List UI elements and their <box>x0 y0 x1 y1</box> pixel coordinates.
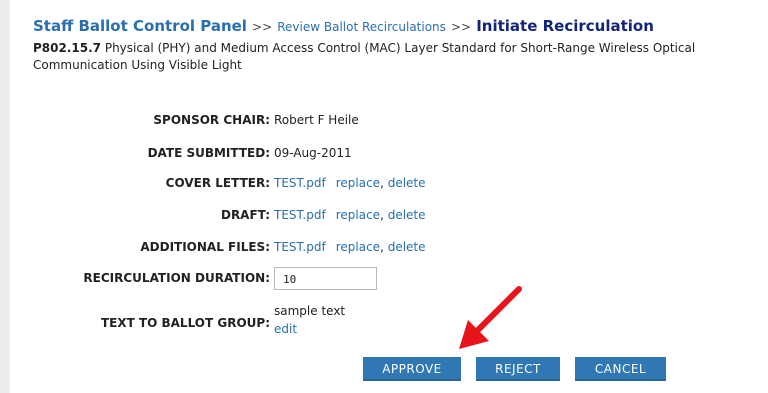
cancel-button[interactable]: CANCEL <box>575 357 666 381</box>
additional-files-delete-link[interactable]: delete <box>388 240 426 254</box>
draft-value: TEST.pdf replace, delete <box>274 208 426 222</box>
draft-delete-link[interactable]: delete <box>388 208 426 222</box>
additional-files-replace-link[interactable]: replace <box>336 240 380 254</box>
cover-letter-replace-link[interactable]: replace <box>336 176 380 190</box>
breadcrumb: Staff Ballot Control Panel >> Review Bal… <box>33 16 654 35</box>
comma-separator: , <box>380 176 384 190</box>
breadcrumb-staff-ballot-control-panel[interactable]: Staff Ballot Control Panel <box>33 17 247 35</box>
approve-button[interactable]: APPROVE <box>363 357 461 381</box>
recirculation-duration-input[interactable]: 10 <box>274 267 377 290</box>
reject-button[interactable]: REJECT <box>476 357 560 381</box>
sponsor-chair-label: SPONSOR CHAIR: <box>153 113 270 127</box>
cover-letter-value: TEST.pdf replace, delete <box>274 176 426 190</box>
breadcrumb-separator: >> <box>252 20 273 34</box>
comma-separator: , <box>380 240 384 254</box>
breadcrumb-review-ballot-recirculations[interactable]: Review Ballot Recirculations <box>277 20 446 34</box>
draft-file-link[interactable]: TEST.pdf <box>274 208 326 222</box>
red-arrow-icon <box>459 286 522 349</box>
breadcrumb-current-page: Initiate Recirculation <box>476 17 654 35</box>
cover-letter-delete-link[interactable]: delete <box>388 176 426 190</box>
breadcrumb-separator: >> <box>451 20 472 34</box>
text-to-ballot-group-value: sample text <box>274 304 346 318</box>
draft-row: DRAFT: TEST.pdf replace, delete <box>0 208 768 228</box>
additional-files-row: ADDITIONAL FILES: TEST.pdf replace, delet… <box>0 240 768 260</box>
project-description: P802.15.7 Physical (PHY) and Medium Acce… <box>33 40 753 74</box>
cover-letter-file-link[interactable]: TEST.pdf <box>274 176 326 190</box>
recirculation-duration-label: RECIRCULATION DURATION: <box>83 271 270 285</box>
date-submitted-value: 09-Aug-2011 <box>274 146 352 160</box>
date-submitted-row: DATE SUBMITTED: 09-Aug-2011 <box>0 146 768 166</box>
date-submitted-label: DATE SUBMITTED: <box>147 146 270 160</box>
sponsor-chair-row: SPONSOR CHAIR: Robert F Heile <box>0 113 768 133</box>
cover-letter-row: COVER LETTER: TEST.pdf replace, delete <box>0 176 768 196</box>
cover-letter-label: COVER LETTER: <box>165 176 270 190</box>
additional-files-file-link[interactable]: TEST.pdf <box>274 240 326 254</box>
additional-files-label: ADDITIONAL FILES: <box>140 240 270 254</box>
additional-files-value: TEST.pdf replace, delete <box>274 240 426 254</box>
sponsor-chair-value: Robert F Heile <box>274 113 359 127</box>
text-to-ballot-group-row: TEXT TO BALLOT GROUP: sample text edit <box>0 304 768 344</box>
text-to-ballot-group-edit-link[interactable]: edit <box>274 322 297 336</box>
recirculation-duration-row: RECIRCULATION DURATION: 10 <box>0 267 768 291</box>
project-id: P802.15.7 <box>33 41 102 55</box>
project-title: Physical (PHY) and Medium Access Control… <box>33 41 696 72</box>
draft-label: DRAFT: <box>220 208 270 222</box>
draft-replace-link[interactable]: replace <box>336 208 380 222</box>
comma-separator: , <box>380 208 384 222</box>
text-to-ballot-group-label: TEXT TO BALLOT GROUP: <box>100 316 270 330</box>
